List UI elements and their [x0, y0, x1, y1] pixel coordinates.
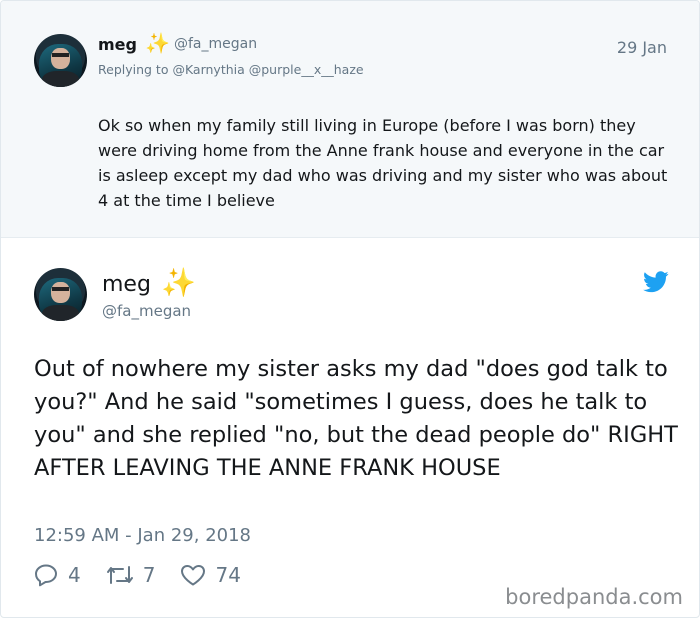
avatar-face [51, 281, 70, 303]
retweet-button[interactable]: 7 [105, 563, 156, 587]
avatar[interactable] [34, 268, 87, 321]
watermark: boredpanda.com [505, 585, 683, 609]
like-count: 74 [215, 563, 241, 587]
user-handle[interactable]: @fa_megan [102, 302, 191, 320]
avatar-glasses [52, 53, 69, 58]
heart-icon [181, 565, 206, 586]
replying-to[interactable]: Replying to @Karnythia @purple__x__haze [98, 62, 364, 77]
avatar-face [51, 47, 70, 69]
avatar-body [41, 305, 80, 321]
retweet-count: 7 [142, 563, 156, 587]
reply-icon [35, 564, 57, 587]
sparkles-emoji: ✨ [145, 31, 170, 55]
tweet-actions: 4 7 74 [34, 563, 265, 587]
avatar[interactable] [34, 34, 87, 87]
tweet-card: meg ✨ @fa_megan 29 Jan Replying to @Karn… [0, 0, 700, 618]
display-name[interactable]: meg [98, 35, 137, 54]
tweet-text: Out of nowhere my sister asks my dad "do… [34, 356, 678, 481]
tweet-date[interactable]: 29 Jan [617, 38, 667, 57]
parent-tweet[interactable]: meg ✨ @fa_megan 29 Jan Replying to @Karn… [1, 1, 699, 238]
avatar-body [41, 71, 80, 87]
avatar-glasses [52, 287, 69, 292]
display-name[interactable]: meg [102, 272, 151, 297]
tweet-timestamp[interactable]: 12:59 AM - Jan 29, 2018 [34, 525, 251, 546]
twitter-bird-icon[interactable] [643, 271, 669, 293]
retweet-icon [106, 566, 133, 584]
user-handle[interactable]: @fa_megan [174, 36, 257, 52]
sparkles-emoji: ✨ [161, 266, 196, 299]
like-button[interactable]: 74 [179, 563, 241, 587]
reply-count: 4 [68, 563, 81, 587]
tweet-text: Ok so when my family still living in Eur… [98, 116, 668, 210]
reply-button[interactable]: 4 [34, 563, 81, 587]
